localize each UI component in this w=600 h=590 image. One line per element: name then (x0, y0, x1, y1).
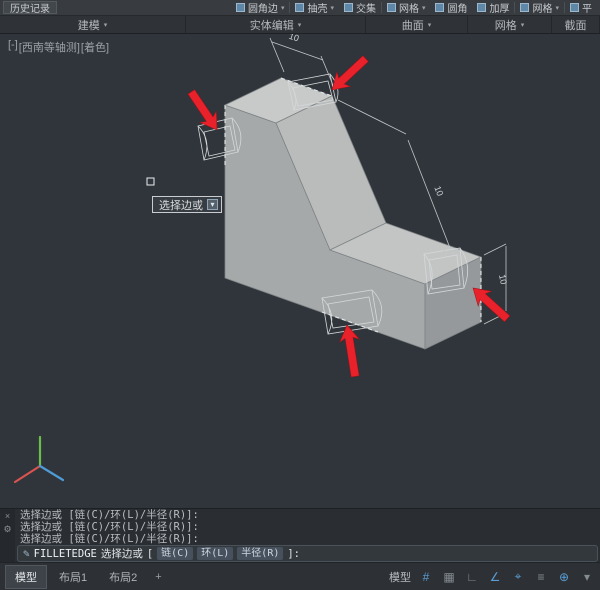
ribbon-toolbar: 历史记录 圆角边 ▾ 抽壳 ▾ 交集 网格 ▾ 圆角 加厚 (0, 0, 600, 16)
ribbon-button-shell[interactable]: 抽壳 ▾ (290, 0, 339, 15)
option-radius-button[interactable]: 半径(R) (237, 547, 283, 560)
command-history-line: 选择边或 [链(C)/环(L)/半径(R)]: (15, 533, 600, 545)
dropdown-arrow-icon: ▾ (281, 4, 285, 12)
annotation-arrow-top-right (325, 51, 372, 97)
ribbon-button-mesh-2[interactable]: 网格 ▾ (515, 0, 564, 15)
active-command-name: FILLETEDGE (34, 548, 97, 560)
panel-solid-editing[interactable]: 实体编辑 ▾ (186, 16, 366, 33)
pickbox-cursor (147, 178, 154, 185)
panel-section[interactable]: 截面 (552, 16, 600, 33)
button-label: 交集 (356, 0, 376, 15)
model-space-label[interactable]: 模型 (389, 569, 411, 585)
fillet-edge-icon (236, 3, 245, 12)
customization-icon[interactable]: ▾ (579, 570, 595, 584)
solid-model[interactable] (225, 78, 481, 349)
mesh-icon (520, 3, 529, 12)
panel-dropdown-icon: ▾ (428, 21, 432, 29)
status-toggles: 模型 # ▦ ∟ ∠ ⌖ ≡ ⊕ ▾ (389, 569, 595, 585)
tab-model[interactable]: 模型 (5, 565, 47, 589)
grid-icon[interactable]: # (418, 570, 434, 584)
model-viewport[interactable]: 10 10 10 (0, 34, 600, 508)
snap-icon[interactable]: ▦ (441, 570, 457, 584)
dropdown-arrow-icon: ▾ (330, 4, 334, 12)
dynamic-input-down-icon[interactable]: ▾ (207, 199, 218, 210)
ucs-z-axis (40, 466, 63, 480)
tab-layout2[interactable]: 布局2 (99, 565, 147, 589)
dimension-value: 10 (288, 34, 301, 44)
ribbon-button-fillet-edge[interactable]: 圆角边 ▾ (231, 0, 290, 15)
command-history: 选择边或 [链(C)/环(L)/半径(R)]: 选择边或 [链(C)/环(L)/… (15, 509, 600, 562)
fillet-icon (435, 3, 444, 12)
panel-surface[interactable]: 曲面 ▾ (366, 16, 468, 33)
ribbon-button-smooth[interactable]: 平 (565, 0, 597, 15)
bracket-open: [ (147, 548, 153, 560)
dimension-value: 10 (497, 273, 509, 285)
intersect-icon (344, 3, 353, 12)
dimension-value: 10 (432, 184, 445, 197)
dropdown-arrow-icon: ▾ (422, 4, 426, 12)
view-controls-menu[interactable]: [西南等轴测] (19, 39, 80, 55)
history-button[interactable]: 历史记录 (3, 1, 57, 14)
panel-label: 网格 (495, 17, 517, 33)
panel-dropdown-icon: ▾ (298, 21, 302, 29)
viewport-label: [-] [西南等轴测] [着色] (8, 39, 109, 55)
history-button-label: 历史记录 (10, 0, 50, 15)
ribbon-button-thicken[interactable]: 加厚 (472, 0, 514, 15)
button-label: 平 (582, 0, 592, 15)
close-command-icon[interactable]: × (5, 511, 10, 521)
autocad-window: 历史记录 圆角边 ▾ 抽壳 ▾ 交集 网格 ▾ 圆角 加厚 (0, 0, 600, 590)
button-label: 圆角 (447, 0, 467, 15)
object-snap-icon[interactable]: ⌖ (510, 569, 526, 584)
button-label: 网格 (532, 0, 552, 15)
ribbon-panel-titles: 建模 ▾ 实体编辑 ▾ 曲面 ▾ 网格 ▾ 截面 (0, 16, 600, 34)
panel-label: 曲面 (402, 17, 424, 33)
button-label: 抽壳 (307, 0, 327, 15)
smooth-icon (570, 3, 579, 12)
dynamic-input-icon[interactable]: ⊕ (556, 570, 572, 584)
ortho-icon[interactable]: ∟ (464, 570, 480, 584)
customize-command-icon[interactable]: ⚙ (3, 524, 11, 535)
ribbon-button-mesh[interactable]: 网格 ▾ (382, 0, 431, 15)
button-label: 圆角边 (248, 0, 278, 15)
ucs-x-axis (15, 466, 40, 482)
tooltip-text: 选择边或 (159, 197, 203, 213)
tab-layout1[interactable]: 布局1 (49, 565, 97, 589)
viewport-controls-menu[interactable]: [-] (8, 39, 18, 55)
command-gutter: × ⚙ (0, 509, 15, 562)
new-layout-button[interactable]: + (149, 568, 167, 586)
ucs-icon[interactable] (15, 437, 63, 482)
shell-icon (295, 3, 304, 12)
button-label: 加厚 (489, 0, 509, 15)
panel-mesh[interactable]: 网格 ▾ (468, 16, 552, 33)
command-input[interactable]: ✎ FILLETEDGE 选择边或 [ 链(C) 环(L) 半径(R) ]: (17, 545, 598, 562)
command-typing-icon: ✎ (23, 547, 30, 560)
visual-style-menu[interactable]: [着色] (81, 39, 109, 55)
viewport-canvas[interactable]: 10 10 10 (0, 34, 600, 508)
mesh-icon (387, 3, 396, 12)
panel-dropdown-icon: ▾ (521, 21, 525, 29)
panel-label: 截面 (565, 17, 587, 33)
ribbon-button-fillet[interactable]: 圆角 (430, 0, 472, 15)
ribbon-button-intersect[interactable]: 交集 (339, 0, 381, 15)
polar-tracking-icon[interactable]: ∠ (487, 570, 503, 584)
panel-label: 实体编辑 (250, 17, 294, 33)
dynamic-input-tooltip: 选择边或 ▾ (152, 196, 222, 213)
thicken-icon (477, 3, 486, 12)
button-label: 网格 (399, 0, 419, 15)
panel-dropdown-icon: ▾ (104, 21, 108, 29)
option-chain-button[interactable]: 链(C) (157, 547, 193, 560)
command-history-line: 选择边或 [链(C)/环(L)/半径(R)]: (15, 521, 600, 533)
command-history-line: 选择边或 [链(C)/环(L)/半径(R)]: (15, 509, 600, 521)
bracket-close: ]: (287, 548, 300, 560)
command-prompt: 选择边或 (101, 546, 143, 561)
command-line-area: × ⚙ 选择边或 [链(C)/环(L)/半径(R)]: 选择边或 [链(C)/环… (0, 508, 600, 562)
status-bar: 模型 布局1 布局2 + 模型 # ▦ ∟ ∠ ⌖ ≡ ⊕ ▾ (0, 562, 600, 590)
dropdown-arrow-icon: ▾ (555, 4, 559, 12)
panel-modeling[interactable]: 建模 ▾ (0, 16, 186, 33)
panel-label: 建模 (78, 17, 100, 33)
option-loop-button[interactable]: 环(L) (197, 547, 233, 560)
lineweight-icon[interactable]: ≡ (533, 570, 549, 584)
